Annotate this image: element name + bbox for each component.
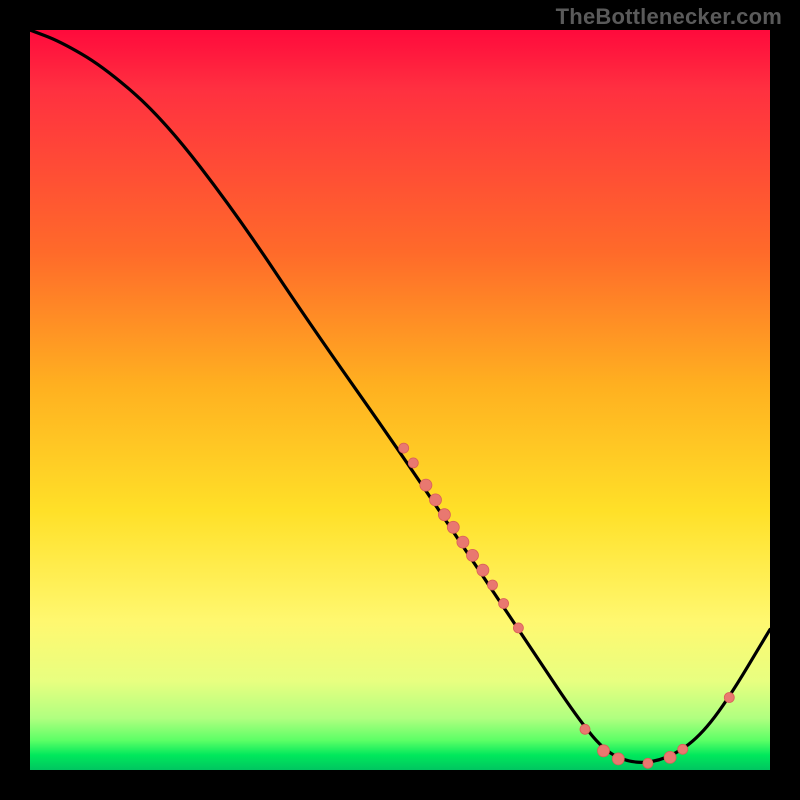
scatter-point xyxy=(457,536,469,548)
scatter-point xyxy=(724,693,734,703)
scatter-point xyxy=(488,580,498,590)
scatter-point xyxy=(513,623,523,633)
plot-area xyxy=(30,30,770,770)
chart-svg xyxy=(30,30,770,770)
chart-frame: TheBottlenecker.com xyxy=(0,0,800,800)
scatter-point xyxy=(580,724,590,734)
scatter-point xyxy=(477,564,489,576)
scatter-point xyxy=(678,744,688,754)
scatter-points-group xyxy=(399,443,735,768)
scatter-point xyxy=(438,509,450,521)
bottleneck-curve xyxy=(30,30,770,762)
scatter-point xyxy=(408,458,418,468)
scatter-point xyxy=(430,494,442,506)
scatter-point xyxy=(399,443,409,453)
scatter-point xyxy=(499,599,509,609)
scatter-point xyxy=(447,521,459,533)
watermark-text: TheBottlenecker.com xyxy=(556,4,782,30)
scatter-point xyxy=(643,758,653,768)
scatter-point xyxy=(420,479,432,491)
scatter-point xyxy=(598,745,610,757)
scatter-point xyxy=(612,753,624,765)
scatter-point xyxy=(467,549,479,561)
scatter-point xyxy=(664,751,676,763)
